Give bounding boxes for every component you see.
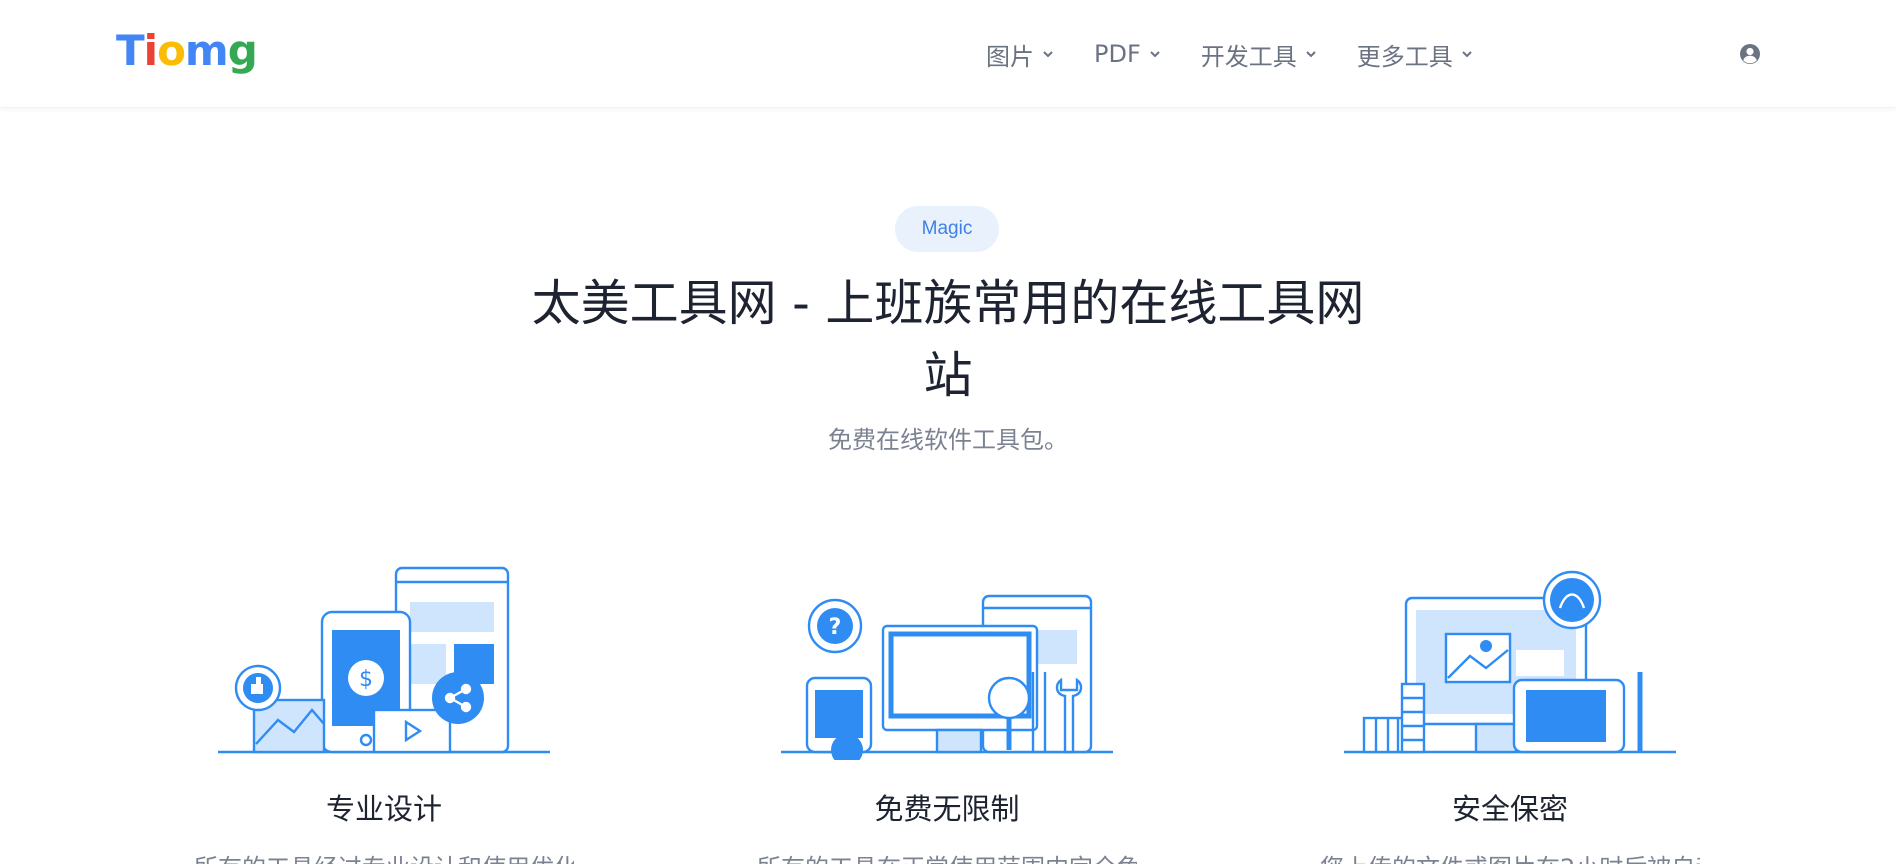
feature-card-professional-design: $ 专业设计 所有的工具经过专业设计和使用优化，力 [194, 560, 574, 864]
feature-card-free-unlimited: ? 免费无限制 所有的工具在正常使用范围内完全免费没 [757, 560, 1137, 864]
site-logo[interactable]: Tiomg [116, 26, 258, 76]
user-circle-icon[interactable] [1738, 42, 1762, 66]
feature-description: 您上传的文件或图片在2小时后被自动删 [1320, 848, 1700, 864]
monitor-tablet-illustration [1344, 570, 1676, 754]
nav-item-dev-tools[interactable]: 开发工具 [1201, 37, 1317, 72]
feature-title: 专业设计 [325, 792, 442, 826]
chevron-down-icon [1150, 51, 1160, 58]
chevron-down-icon [1043, 51, 1053, 58]
site-header: Tiomg 图片 PDF 开发工具 更多工具 [0, 0, 1896, 108]
nav-item-pdf[interactable]: PDF [1094, 40, 1161, 68]
feature-card-secure-private: 安全保密 您上传的文件或图片在2小时后被自动删 [1320, 560, 1700, 864]
logo-letter-m: m [184, 26, 229, 75]
page-subtitle: 免费在线软件工具包。 [828, 426, 1068, 454]
page-title: 太美工具网 - 上班族常用的在线工具网站 [531, 275, 1365, 404]
nav-item-label: 图片 [986, 42, 1034, 71]
logo-letter-o: o [157, 26, 186, 75]
magic-badge: Magic [895, 206, 999, 252]
nav-item-more-tools[interactable]: 更多工具 [1357, 37, 1473, 72]
nav-item-label: 更多工具 [1356, 42, 1453, 71]
chevron-down-icon [1306, 51, 1316, 58]
svg-text:$: $ [359, 667, 373, 692]
logo-letter-i: i [143, 26, 158, 75]
devices-tools-illustration: ? [781, 594, 1113, 760]
feature-title: 免费无限制 [874, 792, 1020, 826]
svg-text:?: ? [829, 615, 842, 640]
feature-description: 所有的工具在正常使用范围内完全免费没 [757, 848, 1137, 864]
features-section: $ 专业设计 所有的工具经过专业设计和使用优化，力 [0, 560, 1896, 864]
mobile-design-illustration: $ [218, 566, 550, 754]
logo-letter-t: T [116, 26, 145, 75]
nav-item-label: PDF [1094, 40, 1141, 68]
chevron-down-icon [1462, 51, 1472, 58]
nav-item-images[interactable]: 图片 [986, 37, 1054, 72]
main-nav: 图片 PDF 开发工具 更多工具 [986, 34, 1513, 74]
nav-item-label: 开发工具 [1200, 42, 1297, 71]
logo-letter-g: g [227, 26, 258, 75]
feature-description: 所有的工具经过专业设计和使用优化，力 [194, 848, 574, 864]
feature-title: 安全保密 [1451, 792, 1568, 826]
